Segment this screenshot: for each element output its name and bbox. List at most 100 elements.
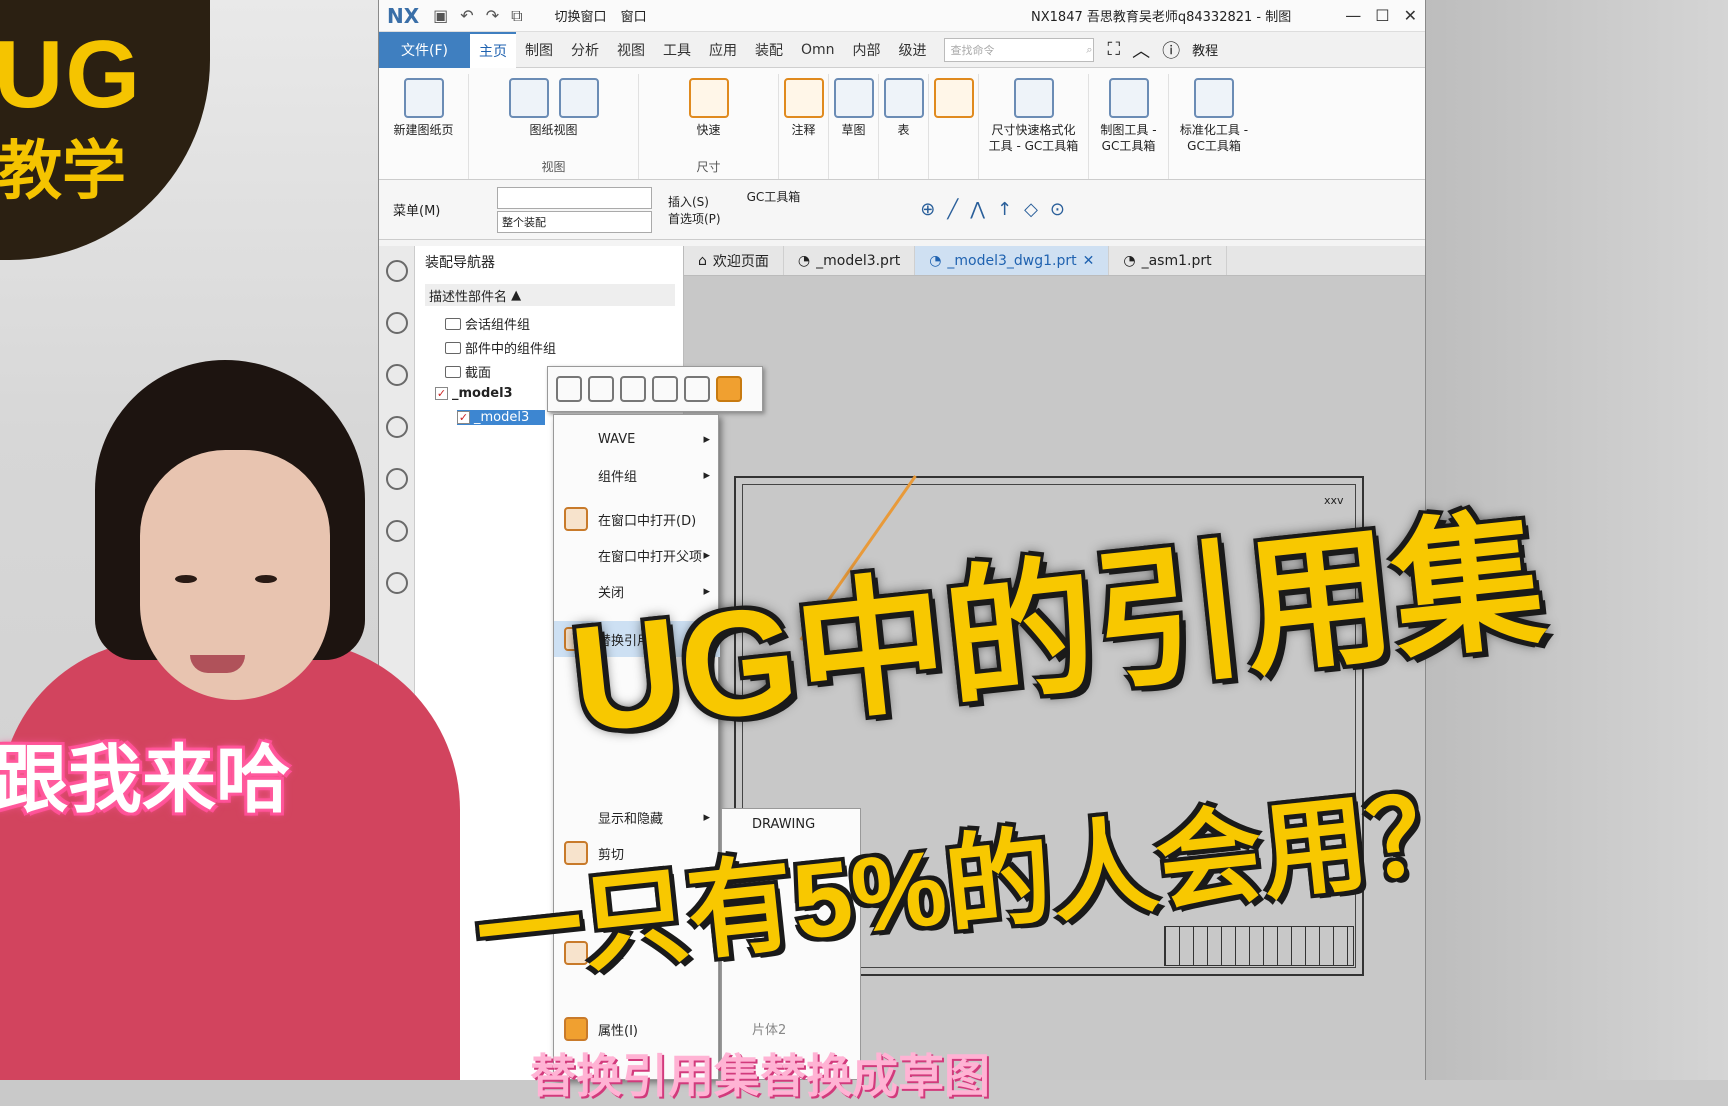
- navigator-title: 装配导航器: [425, 255, 495, 271]
- note-button[interactable]: 注释: [779, 74, 829, 179]
- gear-icon[interactable]: [386, 260, 408, 282]
- tab-file[interactable]: 文件(F): [379, 31, 470, 68]
- drawing-icon: ◔: [929, 252, 942, 269]
- hide-icon[interactable]: [620, 376, 646, 402]
- tree-item[interactable]: 会话组件组: [445, 314, 530, 333]
- tab-omn[interactable]: Omn: [792, 32, 844, 68]
- drafting-tools-icon: [1108, 78, 1149, 118]
- undo-icon[interactable]: ↶: [460, 6, 473, 25]
- brush-icon[interactable]: [652, 376, 678, 402]
- tab-asm1[interactable]: ◔ _asm1.prt: [1109, 246, 1227, 275]
- tab-internal[interactable]: 内部: [844, 32, 890, 68]
- new-sheet-icon: [403, 78, 444, 118]
- preferences-menu[interactable]: 首选项(P): [668, 210, 721, 227]
- ribbon-panel: 新建图纸页 图纸视图 视图 快速 尺寸 注释 草图 表 尺寸快速格式化工具 - …: [379, 68, 1425, 180]
- chevron-right-icon: ▸: [703, 431, 710, 447]
- copy-icon[interactable]: ⧉: [511, 6, 522, 26]
- tab-application[interactable]: 应用: [700, 32, 746, 68]
- menu-item-wave[interactable]: WAVE ▸: [554, 421, 720, 457]
- tab-welcome[interactable]: ⌂ 欢迎页面: [684, 246, 784, 275]
- minimize-icon[interactable]: —: [1345, 6, 1361, 25]
- redo-icon[interactable]: ↷: [486, 6, 499, 25]
- title-block: [1164, 926, 1354, 966]
- table-button[interactable]: 表: [879, 74, 929, 179]
- save-icon[interactable]: ▣: [433, 6, 448, 25]
- menu-button[interactable]: 菜单(M): [393, 200, 483, 219]
- table-label: 表: [897, 123, 910, 137]
- new-sheet-label: 新建图纸页: [393, 123, 454, 137]
- selection-filter-combo[interactable]: [497, 186, 652, 209]
- close-tab-icon[interactable]: ✕: [1083, 253, 1095, 269]
- sketch-button[interactable]: 草图: [829, 74, 879, 179]
- view-icon: [508, 78, 549, 118]
- tab-model3[interactable]: ◔ _model3.prt: [784, 246, 916, 275]
- drafting-tools-label: 制图工具 - GC工具箱: [1100, 123, 1157, 153]
- dimension-group[interactable]: 快速 尺寸: [639, 74, 779, 179]
- gc-tools-menu[interactable]: GC工具箱: [747, 188, 801, 205]
- window-title: NX1847 吾思教育吴老师q84332821 - 制图: [1031, 10, 1292, 25]
- tree-item-selected[interactable]: ✓ _model3: [457, 410, 546, 425]
- insert-menu[interactable]: 插入(S): [668, 193, 721, 210]
- maximize-icon[interactable]: ☐: [1375, 6, 1389, 25]
- std-tools-label: 标准化工具 - GC工具箱: [1179, 123, 1249, 153]
- tab-assembly[interactable]: 装配: [746, 32, 792, 68]
- help-icon[interactable]: ⓘ: [1162, 37, 1180, 63]
- assembly-icon[interactable]: [386, 312, 408, 334]
- dim-format-button[interactable]: 尺寸快速格式化工具 - GC工具箱: [979, 74, 1089, 179]
- part-icon: ◔: [797, 252, 811, 269]
- sketch-icon: [833, 78, 874, 118]
- window-menu-button[interactable]: 窗口: [621, 6, 647, 25]
- submenu-item-sheet[interactable]: 片体2: [752, 1019, 786, 1038]
- table-icon: [883, 78, 924, 118]
- mini-toolbar: [547, 366, 763, 412]
- column-header[interactable]: 描述性部件名 ▲: [425, 284, 675, 306]
- logo-teaching: 教学: [0, 135, 126, 209]
- views-group[interactable]: 图纸视图 视图: [469, 74, 639, 179]
- folder-icon: [445, 317, 461, 330]
- menu-item-open-in-window[interactable]: 在窗口中打开(D): [554, 501, 720, 537]
- part-icon: ◔: [1123, 252, 1136, 269]
- tutorial-button[interactable]: 教程: [1192, 40, 1218, 59]
- tab-home[interactable]: 主页: [469, 31, 516, 68]
- tab-model3-dwg1[interactable]: ◔ _model3_dwg1.prt ✕: [915, 246, 1110, 275]
- fullscreen-icon[interactable]: ⛶: [1108, 39, 1121, 60]
- assembly-scope-combo[interactable]: 整个装配: [497, 210, 652, 233]
- chevron-right-icon: ▸: [703, 809, 710, 825]
- home-icon: ⌂: [698, 252, 707, 269]
- base-view-label: 图纸视图: [529, 123, 578, 137]
- menu-item-component-group[interactable]: 组件组 ▸: [554, 457, 720, 493]
- delete-icon[interactable]: [684, 376, 710, 402]
- tab-analysis[interactable]: 分析: [562, 32, 608, 68]
- presenter-eye: [255, 575, 277, 583]
- caption-subtitle: 替换引用集替换成草图: [530, 1049, 990, 1103]
- std-tools-button[interactable]: 标准化工具 - GC工具箱: [1169, 74, 1259, 179]
- folder-icon: [445, 341, 461, 354]
- tree-item[interactable]: 部件中的组件组: [445, 338, 556, 357]
- dim-format-label: 尺寸快速格式化工具 - GC工具箱: [988, 123, 1079, 153]
- title-bar: NX ▣ ↶ ↷ ⧉ 切换窗口 窗口 NX1847 吾思教育吴老师q843328…: [379, 0, 1425, 32]
- replace-component-icon[interactable]: [556, 376, 582, 402]
- annotation-more-button[interactable]: [929, 74, 979, 179]
- command-search-input[interactable]: 查找命令 ⌕: [943, 37, 1094, 62]
- switch-window-button[interactable]: 切换窗口: [555, 6, 607, 25]
- close-icon[interactable]: ✕: [1404, 6, 1417, 25]
- quick-dimension-icon: [688, 78, 729, 118]
- nx-logo: NX: [387, 3, 420, 28]
- document-tabs: ⌂ 欢迎页面 ◔ _model3.prt ◔ _model3_dwg1.prt ✕ ◔ _…: [684, 246, 1425, 276]
- properties-icon[interactable]: [716, 376, 742, 402]
- component-icon[interactable]: [588, 376, 614, 402]
- drafting-tools-button[interactable]: 制图工具 - GC工具箱: [1089, 74, 1169, 179]
- annotation-icon: [933, 78, 974, 118]
- dimension-group-label: 尺寸: [696, 160, 721, 174]
- std-tools-icon: [1194, 78, 1234, 118]
- views-group-label: 视图: [541, 160, 566, 174]
- tab-view[interactable]: 视图: [608, 32, 654, 68]
- quick-dimension-label: 快速: [696, 123, 721, 137]
- tab-progressive[interactable]: 级进: [890, 32, 936, 68]
- collapse-ribbon-icon[interactable]: ︿: [1132, 37, 1150, 63]
- snap-icons[interactable]: ⊕╱⋀↑◇⊙: [920, 199, 1077, 220]
- tab-drafting[interactable]: 制图: [516, 32, 562, 68]
- tab-tools[interactable]: 工具: [654, 32, 700, 68]
- open-window-icon: [564, 507, 588, 531]
- new-sheet-group[interactable]: 新建图纸页: [379, 74, 469, 179]
